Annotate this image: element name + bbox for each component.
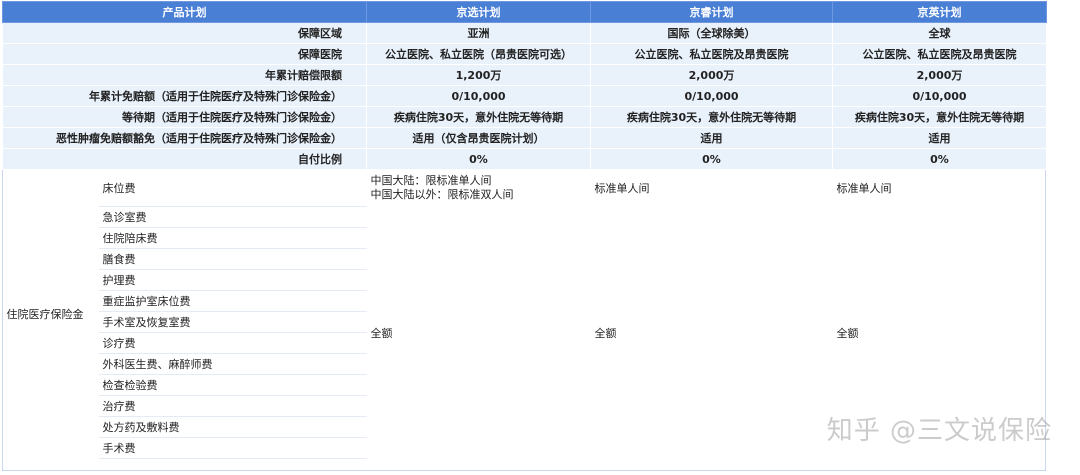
bed-fee-overseas: 中国大陆以外：限标准双人间: [370, 188, 514, 202]
bed-fee-mainland: 中国大陆：限标准单人间: [370, 174, 492, 188]
full-amount-jingxuan: 全额: [370, 326, 393, 340]
plan-value: 0/10,000: [832, 85, 1047, 107]
summary-row: 年累计免赔额（适用于住院医疗及特殊门诊保险金） 0/10,000 0/10,000 0…: [2, 85, 1047, 107]
plan-value: 疾病住院30天，意外住院无等待期: [832, 106, 1047, 128]
item-label: 外科医生费、麻醉师费: [98, 353, 367, 375]
row-label: 恶性肿瘤免赔额豁免（适用于住院医疗及特殊门诊保险金）: [2, 127, 367, 149]
item-label: 住院陪床费: [98, 227, 367, 249]
header-product-plan: 产品计划: [2, 1, 367, 23]
plan-value: 0%: [366, 148, 591, 170]
bed-fee-jingying: 标准单人间: [836, 182, 892, 196]
row-label: 保障区域: [2, 22, 367, 44]
summary-row: 保障区域 亚洲 国际（全球除美） 全球: [2, 22, 1047, 44]
item-label: 治疗费: [98, 395, 367, 417]
plan-value: 2,000万: [590, 64, 833, 86]
plan-value: 公立医院、私立医院及昂贵医院: [590, 43, 833, 65]
row-label: 保障医院: [2, 43, 367, 65]
item-label: 急诊室费: [98, 206, 367, 228]
item-label: 诊疗费: [98, 332, 367, 354]
row-label: 年累计赔偿限额: [2, 64, 367, 86]
item-label: 重症监护室床位费: [98, 290, 367, 312]
header-jingrui-plan: 京睿计划: [590, 1, 833, 23]
plan-value: 2,000万: [832, 64, 1047, 86]
plan-value: 1,200万: [366, 64, 591, 86]
item-label: 护理费: [98, 269, 367, 291]
header-jingying-plan: 京英计划: [832, 1, 1047, 23]
row-label: 等待期（适用于住院医疗及特殊门诊保险金）: [2, 106, 367, 128]
item-label: 手术费: [98, 437, 367, 459]
plan-value: 0%: [832, 148, 1047, 170]
item-label: 膳食费: [98, 248, 367, 270]
plan-value: 适用: [590, 127, 833, 149]
summary-row: 自付比例 0% 0% 0%: [2, 148, 1047, 170]
row-label: 自付比例: [2, 148, 367, 170]
plan-comparison-table: 产品计划 京选计划 京睿计划 京英计划 保障区域 亚洲 国际（全球除美） 全球 保障医院…: [2, 1, 1047, 459]
item-label: 处方药及敷料费: [98, 416, 367, 438]
plan-value: 全球: [832, 22, 1047, 44]
item-label: 手术室及恢复室费: [98, 311, 367, 333]
item-label: 检查检验费: [98, 374, 367, 396]
inpatient-item-row: 急诊室费 全额 全额 全额: [3, 206, 1047, 340]
plan-value: 适用: [832, 127, 1047, 149]
watermark: 知乎 @三文说保险: [826, 416, 1052, 446]
summary-row: 等待期（适用于住院医疗及特殊门诊保险金） 疾病住院30天，意外住院无等待期 疾病住院…: [2, 106, 1047, 128]
plan-value: 0/10,000: [590, 85, 833, 107]
plan-value: 0%: [590, 148, 833, 170]
bed-fee-jingxuan: 中国大陆：限标准单人间 中国大陆以外：限标准双人间: [367, 170, 591, 207]
item-label: 床位费: [98, 169, 367, 207]
bed-fee-row: 住院医疗保险金 床位费 中国大陆：限标准单人间 中国大陆以外：限标准双人间 标准单人间标…: [2, 169, 1047, 459]
plan-value: 亚洲: [366, 22, 591, 44]
row-label: 年累计免赔额（适用于住院医疗及特殊门诊保险金）: [2, 85, 367, 107]
plan-value: 公立医院、私立医院及昂贵医院: [832, 43, 1047, 65]
header-row: 产品计划 京选计划 京睿计划 京英计划: [2, 1, 1047, 23]
full-amount-jingrui: 全额: [594, 326, 617, 340]
bed-fee-jingrui: 标准单人间: [594, 182, 650, 196]
plan-value: 适用（仅含昂贵医院计划）: [366, 127, 591, 149]
plan-value: 疾病住院30天，意外住院无等待期: [590, 106, 833, 128]
summary-row: 保障医院 公立医院、私立医院（昂贵医院可选） 公立医院、私立医院及昂贵医院 公立医院、…: [2, 43, 1047, 65]
summary-row: 年累计赔偿限额 1,200万 2,000万 2,000万: [2, 64, 1047, 86]
summary-row: 恶性肿瘤免赔额豁免（适用于住院医疗及特殊门诊保险金） 适用（仅含昂贵医院计划） 适用…: [2, 127, 1047, 149]
plan-value: 国际（全球除美）: [590, 22, 833, 44]
plan-value: 0/10,000: [366, 85, 591, 107]
plan-value: 公立医院、私立医院（昂贵医院可选）: [366, 43, 591, 65]
header-jingxuan-plan: 京选计划: [366, 1, 591, 23]
plan-value: 疾病住院30天，意外住院无等待期: [366, 106, 591, 128]
inpatient-category-label: 住院医疗保险金: [2, 169, 99, 459]
